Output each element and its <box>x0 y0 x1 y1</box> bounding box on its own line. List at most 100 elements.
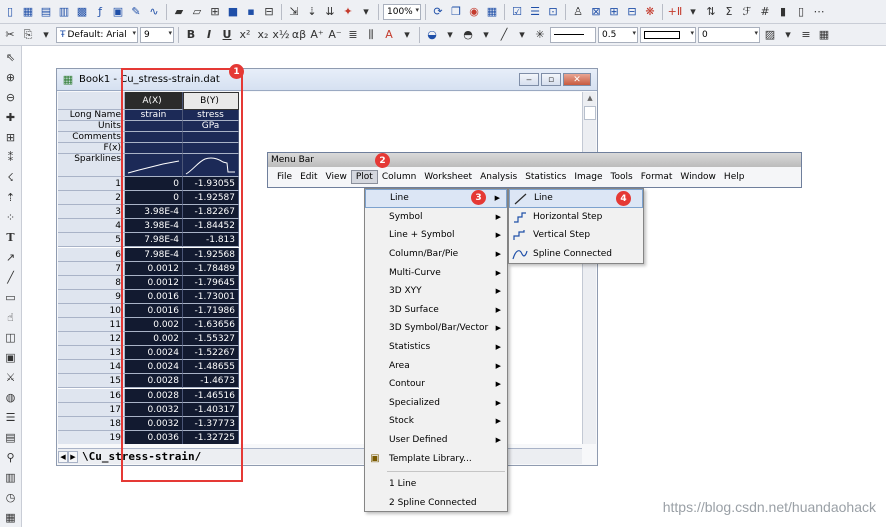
new-graph-icon[interactable]: ▥ <box>56 4 72 20</box>
column-chart-icon[interactable]: ▯ <box>793 4 809 20</box>
dropdown-icon[interactable]: ▾ <box>780 27 796 43</box>
recalculate-icon[interactable]: ◉ <box>466 4 482 20</box>
zoom-select[interactable]: 100% ▾ <box>383 3 421 20</box>
save-window-icon[interactable]: ▪ <box>243 4 259 20</box>
menu-file[interactable]: File <box>273 171 296 183</box>
dropdown-icon[interactable]: ▾ <box>685 4 701 20</box>
row-number[interactable]: 2 <box>58 191 125 206</box>
menu-analysis[interactable]: Analysis <box>476 171 521 183</box>
decrease-font-icon[interactable]: A⁻ <box>327 27 343 43</box>
menu-edit[interactable]: Edit <box>296 171 321 183</box>
line-submenu-horizontal-step[interactable]: Horizontal Step <box>509 208 643 227</box>
stamp-icon[interactable]: ⚲ <box>3 449 19 465</box>
row-number[interactable]: 6 <box>58 247 125 262</box>
row-number[interactable]: 19 <box>58 430 125 444</box>
line-color-icon[interactable]: ╱ <box>496 27 512 43</box>
sup-sub-icon[interactable]: x½ <box>272 27 289 43</box>
symbol-icon[interactable]: ✳ <box>532 27 548 43</box>
command-window-icon[interactable]: ♙ <box>570 4 586 20</box>
row-number[interactable]: 8 <box>58 275 125 290</box>
hatch-icon[interactable]: ▨ <box>762 27 778 43</box>
open-icon[interactable]: ▰ <box>171 4 187 20</box>
vertical-scrollbar[interactable]: ▲ <box>582 92 596 444</box>
font-color-icon[interactable]: A <box>381 27 397 43</box>
plot-menu-recent-1[interactable]: 1 Line <box>365 475 507 494</box>
new-matrix-icon[interactable]: ▩ <box>74 4 90 20</box>
prev-sheet-icon[interactable]: ◀ <box>58 450 68 463</box>
row-number[interactable]: 10 <box>58 303 125 318</box>
image-icon[interactable]: ⊟ <box>624 4 640 20</box>
more-icon[interactable]: ⋯ <box>811 4 827 20</box>
data-selector-icon[interactable]: ⇡ <box>3 189 19 205</box>
report-icon[interactable]: ⊞ <box>606 4 622 20</box>
plot-menu-multi-curve[interactable]: Multi-Curve ▶ <box>365 263 507 282</box>
text-tool-icon[interactable]: T <box>3 229 19 245</box>
grid-icon[interactable]: ▥ <box>3 469 19 485</box>
row-number[interactable]: 5 <box>58 233 125 248</box>
scroll-thumb[interactable] <box>584 106 596 120</box>
scissors-icon[interactable]: ⚔ <box>3 369 19 385</box>
mask-icon[interactable]: ⁘ <box>3 209 19 225</box>
corner-cell[interactable] <box>58 92 125 110</box>
line-submenu-spline-connected[interactable]: Spline Connected <box>509 245 643 264</box>
new-function-plot-icon[interactable]: ∿ <box>146 4 162 20</box>
script-window-icon[interactable]: ⊠ <box>588 4 604 20</box>
pointer-icon[interactable]: ⇖ <box>3 49 19 65</box>
row-number[interactable]: 17 <box>58 402 125 417</box>
dropdown-icon[interactable]: ▾ <box>514 27 530 43</box>
fill-color-icon[interactable]: ◒ <box>424 27 440 43</box>
menu-help[interactable]: Help <box>720 171 749 183</box>
rectangle-tool-icon[interactable]: ▭ <box>3 289 19 305</box>
sum-icon[interactable]: Σ <box>721 4 737 20</box>
plot-menu-statistics[interactable]: Statistics ▶ <box>365 338 507 357</box>
row-number[interactable]: 16 <box>58 388 125 403</box>
row-number[interactable]: 18 <box>58 416 125 431</box>
cut-icon[interactable]: ✂ <box>2 27 18 43</box>
bar-chart-icon[interactable]: ▮ <box>775 4 791 20</box>
save-project-icon[interactable]: ■ <box>225 4 241 20</box>
duplicate-icon[interactable]: ❐ <box>448 4 464 20</box>
code-builder-icon[interactable]: ▦ <box>484 4 500 20</box>
add-column-icon[interactable]: +Ⅱ <box>667 4 683 20</box>
open-template-icon[interactable]: ▱ <box>189 4 205 20</box>
import-icon[interactable]: ⇲ <box>286 4 302 20</box>
plot-menu-recent-2[interactable]: 2 Spline Connected <box>365 494 507 513</box>
text-format-icon[interactable]: ≣ <box>345 27 361 43</box>
new-workbook-icon[interactable]: ▦ <box>20 4 36 20</box>
paste-icon[interactable]: ⎘ <box>20 27 36 43</box>
row-number[interactable]: 13 <box>58 346 125 361</box>
font-select[interactable]: Ŧ Default: Arial ▾ <box>56 26 138 43</box>
row-number[interactable]: 3 <box>58 205 125 220</box>
scroll-up-icon[interactable]: ▲ <box>583 92 597 104</box>
zoom-in-icon[interactable]: ⊕ <box>3 69 19 85</box>
new-layout-icon[interactable]: ▣ <box>110 4 126 20</box>
plot-menu-symbol[interactable]: Symbol ▶ <box>365 208 507 227</box>
dropdown-icon[interactable]: ▾ <box>442 27 458 43</box>
dropdown-icon[interactable]: ▾ <box>358 4 374 20</box>
object-icon[interactable]: ◍ <box>3 389 19 405</box>
import-wizard-icon[interactable]: ✦ <box>340 4 356 20</box>
import-single-icon[interactable]: ⇣ <box>304 4 320 20</box>
screen-reader-icon[interactable]: ✚ <box>3 109 19 125</box>
row-numbers-icon[interactable]: # <box>757 4 773 20</box>
subscript-icon[interactable]: x₂ <box>255 27 271 43</box>
row-number[interactable]: 12 <box>58 332 125 347</box>
menu-tools[interactable]: Tools <box>607 171 637 183</box>
font-size-select[interactable]: 9 ▾ <box>140 26 174 43</box>
menu-plot[interactable]: Plot <box>350 170 378 184</box>
table-icon[interactable]: ▦ <box>816 27 832 43</box>
new-function-icon[interactable]: ƒ <box>92 4 108 20</box>
table-tool-icon[interactable]: ▦ <box>3 509 19 525</box>
line-tool-icon[interactable]: ╱ <box>3 269 19 285</box>
list-icon[interactable]: ☰ <box>3 409 19 425</box>
menu-view[interactable]: View <box>322 171 351 183</box>
arrow-tool-icon[interactable]: ↗ <box>3 249 19 265</box>
zoom-out-icon[interactable]: ⊖ <box>3 89 19 105</box>
new-excel-icon[interactable]: ▤ <box>38 4 54 20</box>
data-reader-icon[interactable]: ⊞ <box>3 129 19 145</box>
menu-worksheet[interactable]: Worksheet <box>420 171 476 183</box>
clock-icon[interactable]: ◷ <box>3 489 19 505</box>
increase-font-icon[interactable]: A⁺ <box>309 27 325 43</box>
superscript-icon[interactable]: x² <box>237 27 253 43</box>
maximize-button[interactable]: ▫ <box>541 73 561 86</box>
